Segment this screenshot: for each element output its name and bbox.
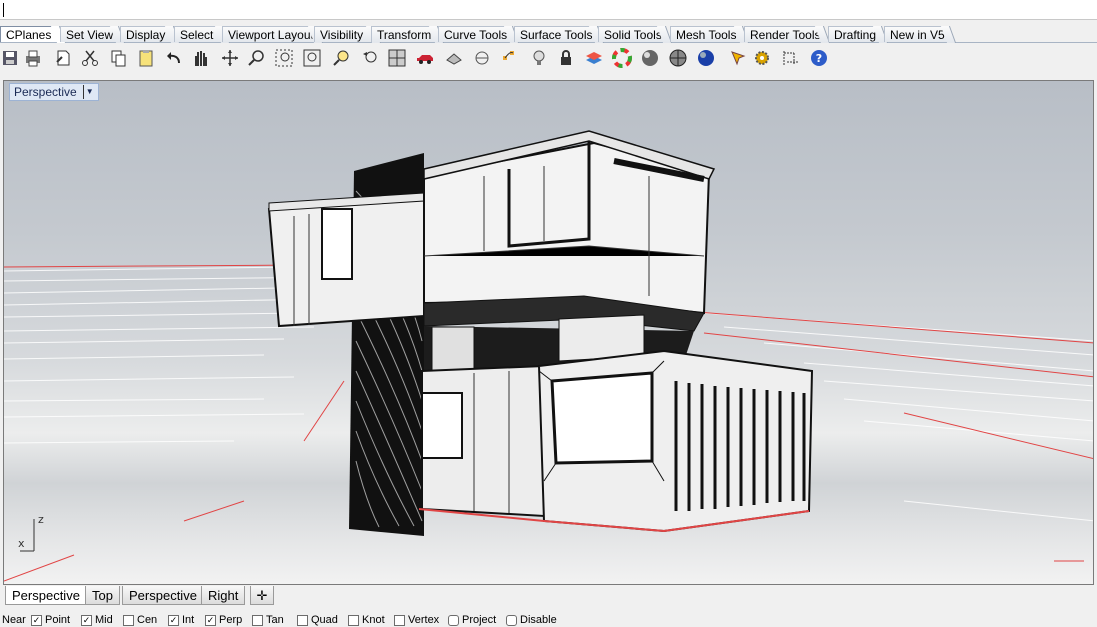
tab-select[interactable]: Select <box>174 26 222 42</box>
tab-visibility[interactable]: Visibility <box>314 26 373 42</box>
osnap-perp[interactable]: ✓ Perp <box>205 614 242 626</box>
add-viewport-plus-icon[interactable]: ✛ <box>250 586 274 605</box>
undo-icon[interactable] <box>163 47 185 69</box>
tab-cplanes[interactable]: CPlanes <box>0 26 58 42</box>
viewport-tabs: Perspective Top Perspective Right ✛ <box>3 585 1094 607</box>
blue-sphere-icon[interactable] <box>695 47 717 69</box>
zoom-icon[interactable] <box>246 47 268 69</box>
viewport-tab-perspective[interactable]: Perspective <box>5 586 87 605</box>
tab-solid-tools[interactable]: Solid Tools <box>598 26 664 42</box>
checkbox-tan <box>252 614 263 626</box>
checkbox-point: ✓ <box>31 614 42 626</box>
osnap-mid[interactable]: ✓ Mid <box>81 614 113 626</box>
rendered-sphere-icon[interactable] <box>667 47 689 69</box>
zoom-extents-icon[interactable] <box>301 47 323 69</box>
perspective-viewport[interactable]: Perspective ▼ z x <box>3 80 1094 585</box>
paste-icon[interactable] <box>135 47 157 69</box>
tab-curve-tools[interactable]: Curve Tools <box>438 26 511 42</box>
options-icon[interactable] <box>471 47 493 69</box>
print-icon[interactable] <box>22 47 44 69</box>
tab-mesh-tools[interactable]: Mesh Tools <box>670 26 741 42</box>
four-viewports-icon[interactable] <box>386 47 408 69</box>
gear-icon[interactable] <box>751 47 773 69</box>
command-line[interactable] <box>0 0 1097 20</box>
world-axes-icon: z x <box>18 513 44 552</box>
layer-icon[interactable] <box>583 47 605 69</box>
viewport-tab-perspective-2[interactable]: Perspective <box>122 586 204 605</box>
osnap-point[interactable]: ✓ Point <box>31 614 70 626</box>
axis-x-label: x <box>18 537 25 550</box>
copy-icon[interactable] <box>107 47 129 69</box>
osnap-cen[interactable]: Cen <box>123 614 157 626</box>
svg-text:?: ? <box>816 52 822 65</box>
tab-viewport-layout[interactable]: Viewport Layout <box>222 26 315 42</box>
light-bulb-icon[interactable] <box>528 47 550 69</box>
checkbox-mid: ✓ <box>81 614 92 626</box>
tab-set-view[interactable]: Set View <box>60 26 117 42</box>
tab-render-tools[interactable]: Render Tools <box>744 26 822 42</box>
save-icon[interactable] <box>0 47 22 69</box>
icon-toolbar: ? <box>0 44 1097 72</box>
checkbox-vertex <box>394 614 405 626</box>
osnap-tan[interactable]: Tan <box>252 614 284 626</box>
osnap-knot[interactable]: Knot <box>348 614 385 626</box>
osnap-disable[interactable]: Disable <box>506 614 557 626</box>
zoom-window-icon[interactable] <box>273 47 295 69</box>
viewport-title[interactable]: Perspective ▼ <box>9 83 99 101</box>
car-icon[interactable] <box>414 47 436 69</box>
viewport-menu-arrow-icon[interactable]: ▼ <box>82 85 94 99</box>
checkbox-int: ✓ <box>168 614 179 626</box>
dimension-icon[interactable] <box>780 47 802 69</box>
import-icon[interactable] <box>52 47 74 69</box>
tab-surface-tools[interactable]: Surface Tools <box>514 26 596 42</box>
tab-new-in-v5[interactable]: New in V5 <box>884 26 948 42</box>
object-properties-icon[interactable] <box>443 47 465 69</box>
points-on-icon[interactable] <box>499 47 521 69</box>
axis-z-label: z <box>38 513 44 526</box>
rotate-view-icon[interactable] <box>219 47 241 69</box>
viewport-tab-top[interactable]: Top <box>85 586 120 605</box>
tab-display[interactable]: Display <box>120 26 172 42</box>
pan-hand-icon[interactable] <box>189 47 211 69</box>
osnap-near[interactable]: Near <box>2 614 26 626</box>
checkbox-perp: ✓ <box>205 614 216 626</box>
checkbox-cen <box>123 614 134 626</box>
zoom-selected-icon[interactable] <box>331 47 353 69</box>
toolbar-tabs: CPlanes Set View Display Select Viewport… <box>0 25 1097 43</box>
render-icon[interactable] <box>727 47 749 69</box>
viewport-tab-right[interactable]: Right <box>201 586 246 605</box>
help-icon[interactable]: ? <box>808 47 830 69</box>
tab-transform[interactable]: Transform <box>371 26 436 42</box>
osnap-vertex[interactable]: Vertex <box>394 614 439 626</box>
undo-view-icon[interactable] <box>359 47 381 69</box>
tab-drafting[interactable]: Drafting <box>828 26 880 42</box>
osnap-int[interactable]: ✓ Int <box>168 614 194 626</box>
house-model <box>4 130 1093 582</box>
checkbox-knot <box>348 614 359 626</box>
checkbox-project <box>448 614 459 626</box>
viewport-title-label: Perspective <box>14 85 77 99</box>
checkbox-disable <box>506 614 517 626</box>
osnap-quad[interactable]: Quad <box>297 614 338 626</box>
shaded-sphere-icon[interactable] <box>639 47 661 69</box>
color-wheel-icon[interactable] <box>611 47 633 69</box>
lock-icon[interactable] <box>555 47 577 69</box>
cut-icon[interactable] <box>79 47 101 69</box>
checkbox-quad <box>297 614 308 626</box>
osnap-project[interactable]: Project <box>448 614 496 626</box>
